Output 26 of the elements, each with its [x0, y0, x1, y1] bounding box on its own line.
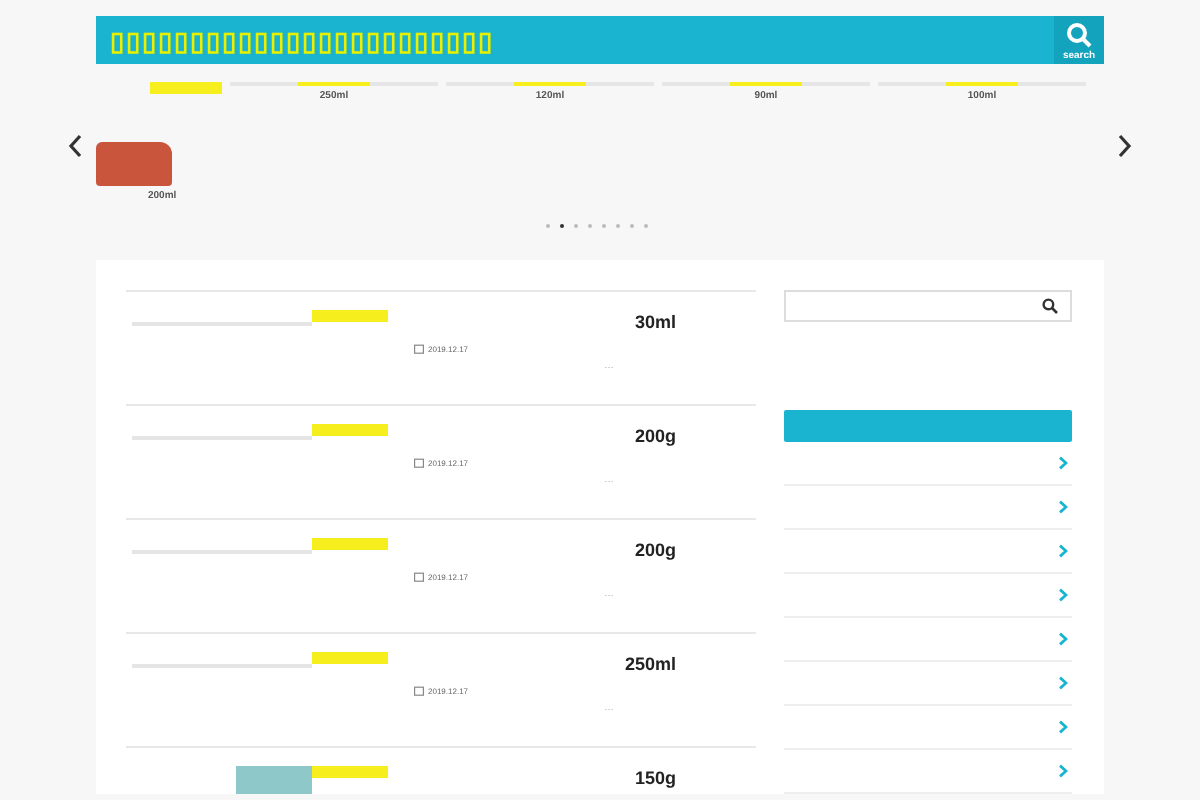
- post-title[interactable]: 200g: [634, 540, 676, 560]
- chevron-right-icon[interactable]: [1058, 500, 1068, 514]
- chevron-right-icon[interactable]: [1058, 588, 1068, 602]
- post-title[interactable]: 250ml: [624, 654, 676, 674]
- chevron-right-icon[interactable]: [1058, 456, 1068, 470]
- calendar-icon: [414, 344, 424, 354]
- chevron-right-icon[interactable]: [1058, 544, 1068, 558]
- post-title[interactable]: 150g: [634, 768, 676, 788]
- chevron-right-icon[interactable]: [1058, 632, 1068, 646]
- category-tag: [312, 310, 388, 322]
- calendar-icon: [414, 572, 424, 582]
- category-tag: [312, 538, 388, 550]
- category-tag: [312, 424, 388, 436]
- chevron-right-icon[interactable]: [1058, 720, 1068, 734]
- search-field[interactable]: [784, 290, 1072, 323]
- calendar-icon: [414, 458, 424, 468]
- chevron-right-icon[interactable]: [1058, 764, 1068, 778]
- calendar-icon: [414, 686, 424, 696]
- search-icon: [1066, 22, 1092, 48]
- category-tag: [150, 82, 222, 94]
- search-icon: [1042, 298, 1058, 315]
- chevron-right-icon[interactable]: [1058, 676, 1068, 690]
- post-title[interactable]: 30ml: [634, 312, 676, 332]
- category-tag: [312, 766, 388, 778]
- category-tag: [312, 652, 388, 664]
- post-title[interactable]: 200g: [634, 426, 676, 446]
